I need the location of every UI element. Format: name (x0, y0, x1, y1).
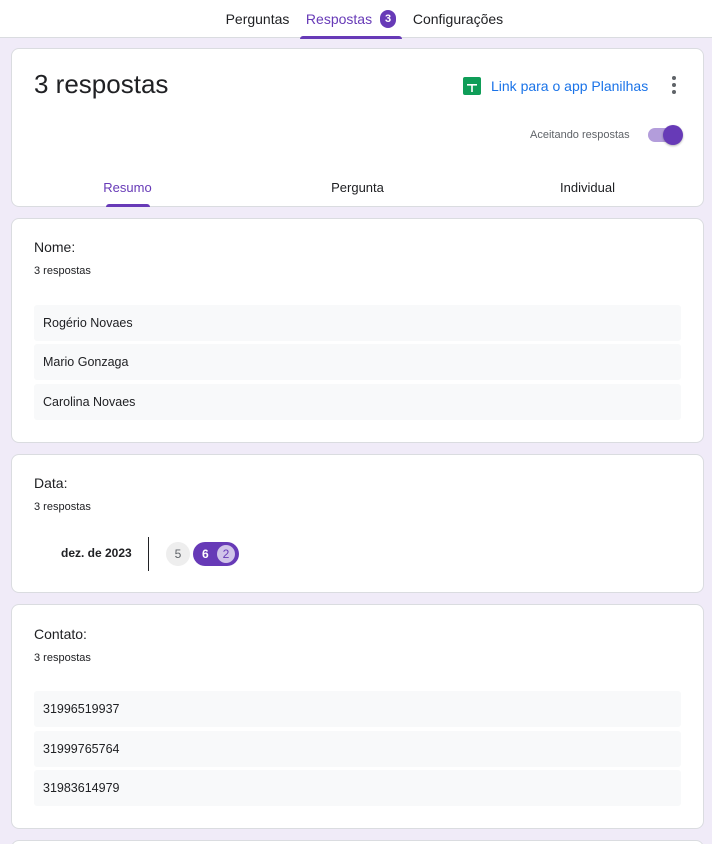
question-title: Nome: (34, 239, 76, 255)
list-item: 31999765764 (34, 731, 681, 767)
sheets-link-button[interactable]: Link para o app Planilhas (463, 76, 648, 96)
question-card-contato: Contato: 3 respostas 31996519937 3199976… (11, 604, 704, 829)
answer-text: Carolina Novaes (43, 395, 136, 409)
calendar-day-number: 5 (174, 547, 182, 561)
top-tab-bar: Perguntas Respostas 3 Configurações (0, 0, 712, 39)
tab-respostas[interactable]: Respostas 3 (300, 0, 402, 39)
toggle-knob (663, 125, 683, 145)
responses-title: 3 respostas (34, 69, 169, 99)
response-count-badge: 3 (380, 10, 397, 28)
calendar-divider (148, 537, 149, 571)
calendar-day-count: 2 (217, 545, 235, 563)
question-title: Data: (34, 475, 68, 491)
responses-header-card: 3 respostas Link para o app Planilhas Ac… (11, 48, 704, 207)
tab-perguntas-label: Perguntas (225, 11, 290, 27)
accepting-responses-toggle[interactable] (648, 125, 683, 145)
question-card-nome: Nome: 3 respostas Rogério Novaes Mario G… (11, 218, 704, 443)
more-options-icon[interactable] (662, 73, 686, 97)
list-item: 31983614979 (34, 770, 681, 806)
question-response-count: 3 respostas (34, 265, 91, 277)
list-item: 31996519937 (34, 691, 681, 727)
calendar-day[interactable]: 5 (166, 542, 190, 566)
question-card-data: Data: 3 respostas dez. de 2023 5 6 2 (11, 454, 704, 593)
tab-respostas-label: Respostas (305, 11, 373, 27)
calendar-month-label: dez. de 2023 (61, 546, 132, 560)
sheets-link-label: Link para o app Planilhas (491, 78, 649, 94)
calendar-day-selected[interactable]: 6 2 (193, 542, 239, 566)
active-subtab-indicator (105, 204, 150, 207)
answer-text: Mario Gonzaga (43, 355, 129, 369)
answer-text: Rogério Novaes (43, 316, 133, 330)
list-item: Carolina Novaes (34, 384, 681, 420)
question-title: Contato: (34, 626, 87, 642)
question-response-count: 3 respostas (34, 501, 91, 513)
answer-text: 31999765764 (43, 742, 120, 756)
sheets-icon (463, 77, 481, 95)
question-response-count: 3 respostas (34, 652, 91, 664)
tab-perguntas[interactable]: Perguntas (220, 0, 295, 38)
question-card-next (11, 840, 704, 844)
subtab-pergunta[interactable]: Pergunta (300, 167, 415, 207)
subtab-resumo-label: Resumo (103, 179, 152, 195)
answer-text: 31983614979 (43, 781, 120, 795)
list-item: Rogério Novaes (34, 305, 681, 341)
subtab-resumo[interactable]: Resumo (70, 167, 185, 207)
accepting-responses-label: Aceitando respostas (530, 129, 630, 141)
list-item: Mario Gonzaga (34, 344, 681, 380)
active-tab-indicator (300, 36, 402, 39)
tab-configuracoes-label: Configurações (412, 11, 504, 27)
tab-configuracoes[interactable]: Configurações (408, 0, 508, 38)
subtab-individual[interactable]: Individual (530, 167, 645, 207)
subtab-individual-label: Individual (560, 179, 615, 195)
answer-text: 31996519937 (43, 702, 120, 716)
calendar-day-number: 6 (202, 547, 209, 561)
subtab-pergunta-label: Pergunta (331, 179, 384, 195)
